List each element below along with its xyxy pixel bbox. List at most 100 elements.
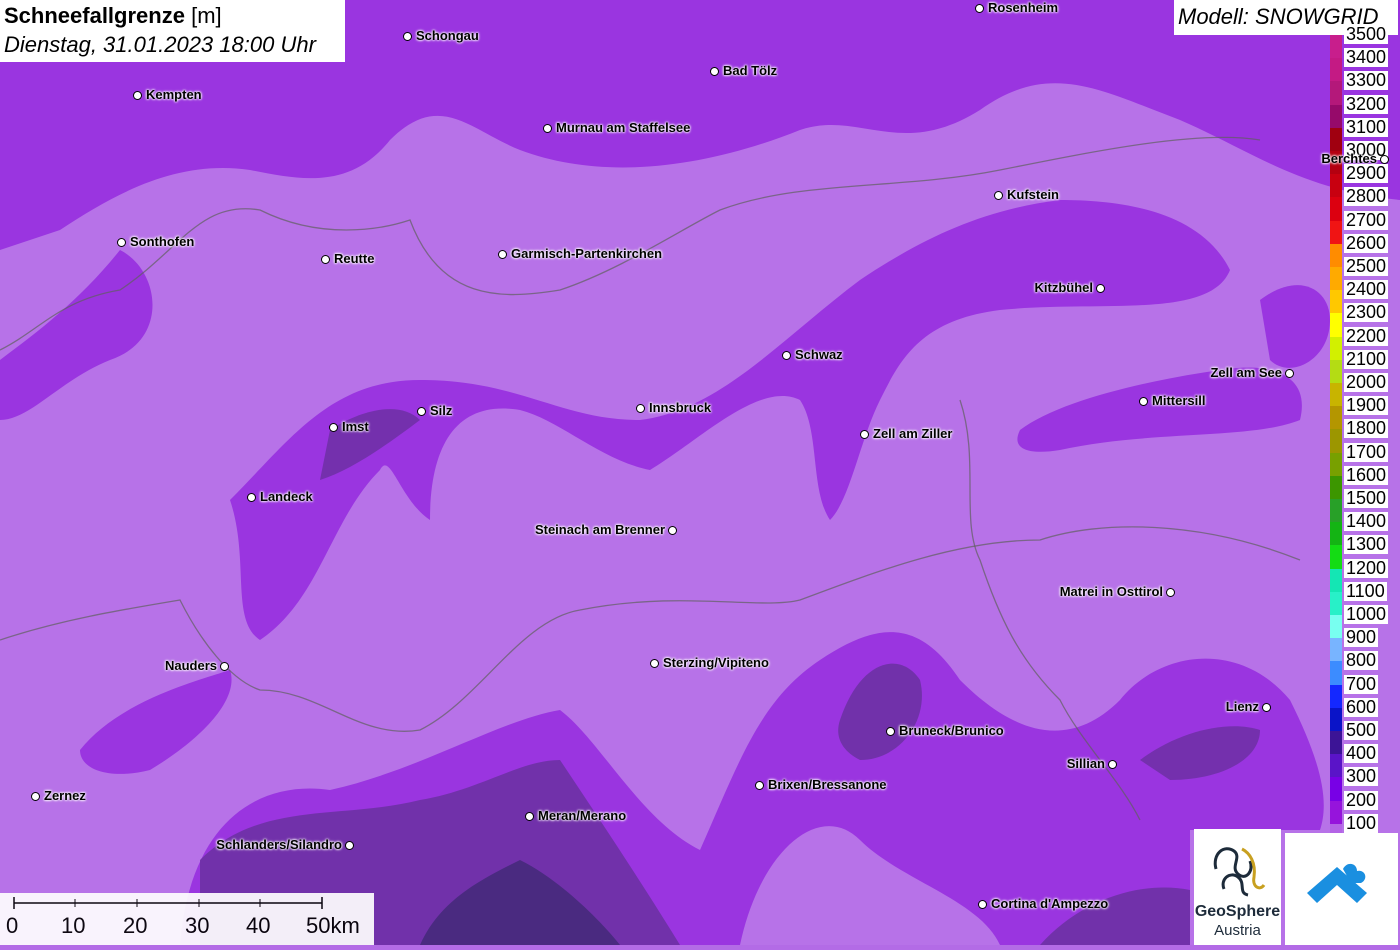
city-marker[interactable] <box>1108 760 1117 769</box>
legend-entry: 3200 <box>1328 93 1400 128</box>
legend-label: 3400 <box>1344 47 1389 68</box>
city-marker[interactable] <box>755 781 764 790</box>
city-marker[interactable] <box>220 662 229 671</box>
legend-label: 1700 <box>1344 441 1389 462</box>
city-label[interactable]: Brixen/Bressanone <box>768 777 887 792</box>
city-label[interactable]: Zernez <box>44 788 86 803</box>
city-marker[interactable] <box>525 812 534 821</box>
legend-entry: 2000 <box>1328 371 1400 407</box>
city-marker[interactable] <box>886 727 895 736</box>
legend-entry: 1700 <box>1328 441 1400 476</box>
city-label[interactable]: Zell am See <box>1210 365 1282 380</box>
city-marker[interactable] <box>247 493 256 502</box>
city-label[interactable]: Reutte <box>334 251 374 266</box>
city-label[interactable]: Bad Tölz <box>723 63 777 78</box>
legend-label: 1600 <box>1344 464 1389 485</box>
snowgrid-logo[interactable] <box>1285 833 1398 945</box>
city-marker[interactable] <box>994 191 1003 200</box>
legend-label: 2600 <box>1344 232 1389 253</box>
legend-label: 1800 <box>1344 418 1389 439</box>
legend-label: 100 <box>1344 812 1379 833</box>
city-marker[interactable] <box>117 238 126 247</box>
legend-label: 500 <box>1344 720 1379 740</box>
city-label[interactable]: Sonthofen <box>130 234 194 249</box>
city-marker[interactable] <box>668 526 677 535</box>
scale-label: 30 <box>185 913 210 938</box>
scale-label: 20 <box>123 913 148 938</box>
legend-label: 1000 <box>1344 604 1389 624</box>
city-marker[interactable] <box>975 4 984 13</box>
geosphere-logo[interactable]: GeoSphere Austria <box>1194 829 1281 945</box>
city-label[interactable]: Schongau <box>416 28 479 43</box>
city-marker[interactable] <box>978 900 987 909</box>
city-marker[interactable] <box>133 91 142 100</box>
city-marker[interactable] <box>710 67 719 76</box>
legend-label: 200 <box>1344 789 1379 810</box>
city-marker[interactable] <box>782 351 791 360</box>
city-label[interactable]: Zell am Ziller <box>873 426 952 441</box>
legend-entry: 3100 <box>1328 116 1400 151</box>
snowfall-limit-map[interactable] <box>0 0 1400 945</box>
city-marker[interactable] <box>1139 397 1148 406</box>
legend-entry: 2300 <box>1328 301 1400 337</box>
city-label[interactable]: Landeck <box>260 489 313 504</box>
city-label[interactable]: Cortina d'Ampezzo <box>991 896 1108 911</box>
city-label[interactable]: Mittersill <box>1152 393 1205 408</box>
city-label[interactable]: Nauders <box>165 658 217 673</box>
city-label[interactable]: Schlanders/Silandro <box>216 837 342 852</box>
geosphere-icon <box>1213 847 1266 897</box>
city-label[interactable]: Kufstein <box>1007 187 1059 202</box>
legend-entry: 100 <box>1328 812 1400 847</box>
city-marker[interactable] <box>417 407 426 416</box>
city-label[interactable]: Matrei in Osttirol <box>1060 584 1163 599</box>
legend-entry: 1100 <box>1328 580 1400 615</box>
city-label[interactable]: Innsbruck <box>649 400 711 415</box>
legend-entry: 700 <box>1328 673 1400 708</box>
city-label[interactable]: Sillian <box>1067 756 1105 771</box>
city-marker[interactable] <box>1166 588 1175 597</box>
legend-label: 2200 <box>1344 325 1389 346</box>
legend-label: 2000 <box>1344 372 1389 392</box>
city-marker[interactable] <box>1380 155 1389 164</box>
city-marker[interactable] <box>403 32 412 41</box>
city-marker[interactable] <box>650 659 659 668</box>
city-label[interactable]: Lienz <box>1226 699 1259 714</box>
legend-entry: 2500 <box>1328 255 1400 291</box>
city-marker[interactable] <box>321 255 330 264</box>
city-marker[interactable] <box>31 792 40 801</box>
city-label[interactable]: Garmisch-Partenkirchen <box>511 246 662 261</box>
city-label[interactable]: Imst <box>342 419 369 434</box>
city-label[interactable]: Silz <box>430 403 452 418</box>
city-marker[interactable] <box>329 423 338 432</box>
city-label[interactable]: Steinach am Brenner <box>535 522 665 537</box>
title-main: Schneefallgrenze <box>4 3 185 28</box>
city-marker[interactable] <box>1262 703 1271 712</box>
city-label[interactable]: Murnau am Staffelsee <box>556 120 690 135</box>
city-label[interactable]: Kempten <box>146 87 202 102</box>
city-label[interactable]: Schwaz <box>795 347 843 362</box>
city-label[interactable]: Rosenheim <box>988 0 1058 15</box>
city-label[interactable]: Bruneck/Brunico <box>899 723 1004 738</box>
legend-label: 3200 <box>1344 93 1389 114</box>
legend-entry: 3300 <box>1328 69 1400 105</box>
legend-label: 1400 <box>1344 511 1389 532</box>
legend-entry: 2100 <box>1328 348 1400 383</box>
legend-entry: 2800 <box>1328 185 1400 221</box>
city-marker[interactable] <box>543 124 552 133</box>
legend-label: 600 <box>1344 696 1379 717</box>
city-label[interactable]: Berchtes <box>1321 151 1377 166</box>
city-marker[interactable] <box>498 250 507 259</box>
legend-entry: 900 <box>1328 626 1400 662</box>
city-label[interactable]: Kitzbühel <box>1035 280 1094 295</box>
city-label[interactable]: Sterzing/Vipiteno <box>663 655 769 670</box>
legend-label: 1900 <box>1344 395 1389 416</box>
city-label[interactable]: Meran/Merano <box>538 808 626 823</box>
city-marker[interactable] <box>345 841 354 850</box>
city-marker[interactable] <box>860 430 869 439</box>
city-marker[interactable] <box>1285 369 1294 378</box>
city-marker[interactable] <box>1096 284 1105 293</box>
scale-label: 10 <box>61 913 86 938</box>
legend-entry: 1400 <box>1328 510 1400 546</box>
legend-entry: 3400 <box>1328 46 1400 82</box>
city-marker[interactable] <box>636 404 645 413</box>
